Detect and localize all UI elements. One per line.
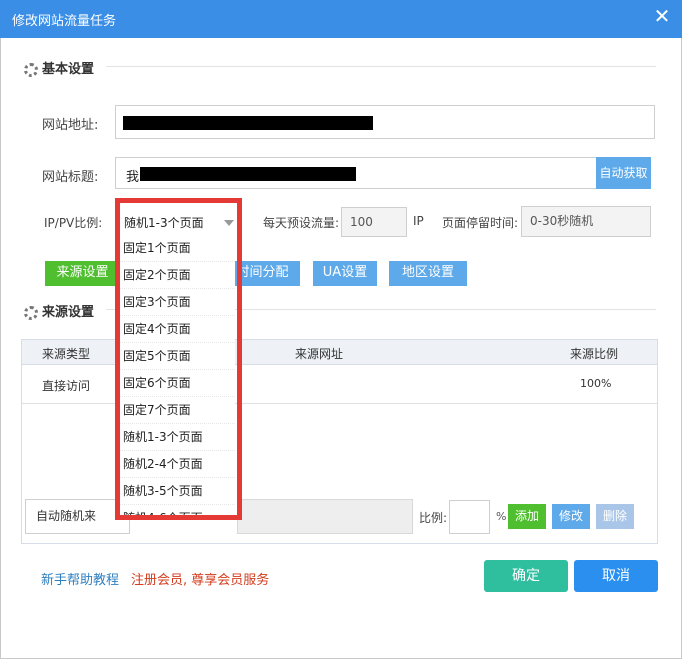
row-type: 直接访问 xyxy=(42,379,91,393)
ok-button[interactable]: 确定 xyxy=(484,560,568,592)
url-label: 网站地址: xyxy=(42,118,99,133)
title-label: 网站标题: xyxy=(42,170,99,185)
row-ratio: 100% xyxy=(580,377,612,390)
title-value-prefix: 我 xyxy=(126,170,140,185)
col-type: 来源类型 xyxy=(42,347,91,361)
add-button[interactable]: 添加 xyxy=(508,504,546,529)
ratio-input[interactable] xyxy=(449,500,490,534)
tab-source[interactable]: 来源设置 xyxy=(45,261,120,286)
daily-input[interactable]: 100 xyxy=(341,207,407,237)
gear-icon xyxy=(24,62,38,77)
window-title: 修改网站流量任务 xyxy=(12,14,117,29)
daily-label: 每天预设流量: xyxy=(263,216,340,230)
redacted-url xyxy=(123,116,373,130)
close-icon[interactable]: ✕ xyxy=(648,2,676,30)
stay-label: 页面停留时间: xyxy=(442,216,519,230)
col-url: 来源网址 xyxy=(295,347,344,361)
gear-icon xyxy=(24,305,38,320)
highlight-box xyxy=(115,198,242,520)
stay-input[interactable]: 0-30秒随机 xyxy=(521,206,651,237)
ratio-label: 比例: xyxy=(419,511,448,525)
title-input[interactable]: 我 xyxy=(115,157,597,189)
auto-fetch-button[interactable]: 自动获取 xyxy=(596,157,651,189)
ip-unit: IP xyxy=(413,214,424,228)
redacted-title xyxy=(140,167,356,181)
source-settings-title: 来源设置 xyxy=(42,305,95,320)
basic-settings-header: 基本设置 xyxy=(24,58,94,77)
cancel-button[interactable]: 取消 xyxy=(574,560,658,592)
help-link[interactable]: 新手帮助教程 xyxy=(41,569,119,588)
register-link[interactable]: 注册会员, 尊享会员服务 xyxy=(131,569,269,588)
basic-settings-title: 基本设置 xyxy=(42,62,95,77)
tab-ua[interactable]: UA设置 xyxy=(313,261,377,286)
tab-region[interactable]: 地区设置 xyxy=(389,261,467,286)
percent-sign: % xyxy=(496,510,507,523)
title-bar: 修改网站流量任务 ✕ xyxy=(0,0,682,38)
delete-button[interactable]: 删除 xyxy=(596,504,634,529)
url-input[interactable] xyxy=(115,105,655,139)
edit-button[interactable]: 修改 xyxy=(552,504,590,529)
col-ratio: 来源比例 xyxy=(570,347,619,361)
divider xyxy=(106,66,656,67)
ippv-label: IP/PV比例: xyxy=(44,216,103,230)
source-settings-header: 来源设置 xyxy=(24,301,94,320)
source-url-input[interactable] xyxy=(237,499,413,534)
